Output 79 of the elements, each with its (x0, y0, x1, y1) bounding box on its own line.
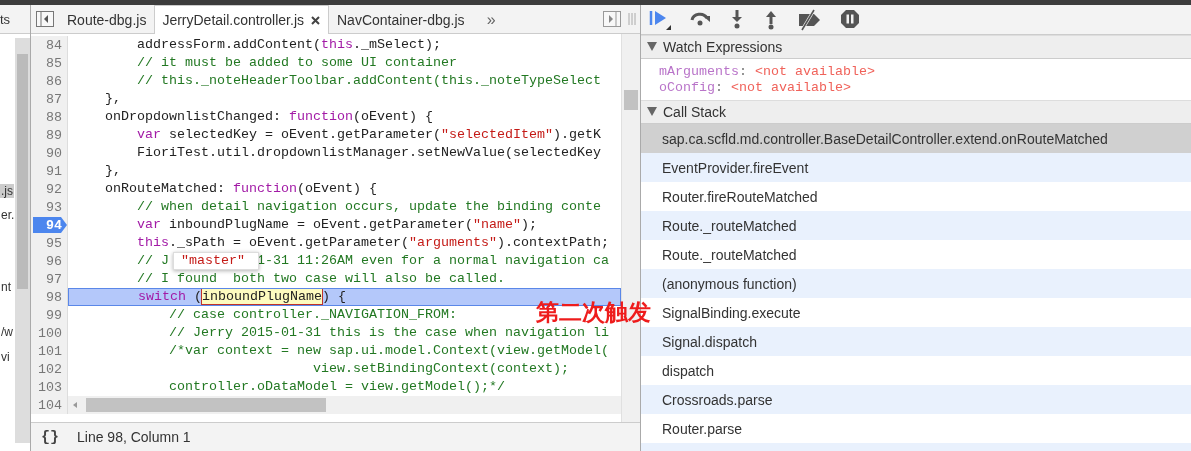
call-stack-frame[interactable]: Route._routeMatched (662, 217, 797, 234)
file-item[interactable]: .js (0, 184, 14, 198)
expanded-triangle-icon[interactable] (647, 42, 657, 52)
call-stack-frame[interactable]: Router.parse (662, 420, 743, 437)
line-number: 102 (38, 361, 63, 377)
code-line: // this._noteHeaderToolbar.addContent(this._noteTypeSelect (136, 72, 601, 90)
call-stack-frame[interactable]: Crossroads.parse (662, 391, 773, 408)
watch-expression: mArguments: <not available> (659, 64, 876, 80)
code-line: onRouteMatched: function(oEvent) { (104, 180, 377, 198)
annotation-text: 第二次触发 (536, 300, 651, 324)
code-line: // case controller._NAVIGATION_FROM: (167, 306, 457, 324)
code-line: onDropdownlistChanged: function(oEvent) { (104, 108, 433, 126)
code-line: }, (104, 162, 121, 180)
scrollbar[interactable] (15, 38, 30, 443)
line-number: 96 (46, 253, 63, 269)
call-stack-frame[interactable]: SignalBinding.execute (662, 304, 801, 321)
close-icon[interactable] (310, 14, 321, 26)
breakpoint-marker[interactable]: 94 (33, 217, 67, 233)
resize-grip-icon[interactable] (628, 11, 636, 27)
file-tab[interactable]: Route-dbg.js (59, 5, 155, 33)
deactivate-breakpoints-icon[interactable] (797, 8, 821, 31)
line-number: 90 (46, 145, 63, 161)
code-line: var inboundPlugName = oEvent.getParameter("name"); (136, 216, 537, 234)
line-number: 103 (38, 379, 63, 395)
call-stack-frame[interactable]: EventProvider.fireEvent (662, 159, 809, 176)
code-line: this._sPath = oEvent.getParameter("arguments").contextPath; (136, 234, 609, 252)
line-number: 89 (46, 127, 63, 143)
line-number: 91 (46, 163, 63, 179)
line-number: 95 (46, 235, 63, 251)
code-line: // Jerry 2015-01-31 this is the case when navigation li (167, 324, 609, 342)
sidebar-toggle-icon[interactable] (35, 10, 55, 28)
more-tabs-button[interactable]: » (472, 6, 506, 33)
call-stack-frame[interactable]: dispatch (662, 362, 715, 379)
line-number: 104 (38, 397, 63, 413)
horizontal-scrollbar[interactable] (68, 396, 621, 414)
expanded-triangle-icon[interactable] (647, 107, 657, 117)
pretty-print-button[interactable]: {} (39, 428, 61, 446)
line-number: 98 (46, 289, 63, 305)
debugger-toggle-icon[interactable] (602, 10, 622, 28)
code-line: FioriTest.util.dropdownlistManager.setNewValue(selectedKey (136, 144, 601, 162)
line-number: 86 (46, 73, 63, 89)
call-stack-frame[interactable]: Router.fireRouteMatched (662, 188, 818, 205)
call-stack-frame[interactable]: Route._routeMatched (662, 246, 797, 263)
file-item[interactable]: /w (0, 325, 14, 339)
code-line: addressForm.addContent(this._mSelect); (136, 36, 441, 54)
file-item[interactable]: vi (0, 350, 11, 364)
section-header[interactable]: Call Stack (641, 100, 1191, 124)
pause-icon[interactable] (839, 8, 861, 31)
line-number: 85 (46, 55, 63, 71)
line-number: 97 (46, 271, 63, 287)
file-tab[interactable]: JerryDetail.controller.js (154, 5, 329, 34)
cursor-position: Line 98, Column 1 (77, 429, 191, 445)
code-line: var selectedKey = oEvent.getParameter("selectedItem").getK (136, 126, 601, 144)
file-item[interactable]: nt (0, 280, 12, 294)
file-tab[interactable]: NavContainer-dbg.js (329, 5, 473, 33)
code-line: // I found both two case will also be called. (136, 270, 505, 288)
code-fragment: 1-31 11:26AM even for a normal navigation ca (256, 252, 609, 270)
value-tooltip: "master" (173, 252, 259, 270)
code-line: // it must be added to some UI container (136, 54, 457, 72)
line-number: 100 (38, 325, 63, 341)
line-number: 99 (46, 307, 63, 323)
code-line: }, (104, 90, 121, 108)
code-fragment: // J (136, 252, 169, 270)
code-line: // when detail navigation occurs, update the binding conte (136, 198, 601, 216)
code-line: /*var context = new sap.ui.model.Context(view.getModel( (167, 342, 609, 360)
line-number: 88 (46, 109, 63, 125)
call-stack-frame[interactable]: (anonymous function) (662, 275, 797, 292)
watch-expression: oConfig: <not available> (659, 80, 852, 96)
resume-icon[interactable] (649, 8, 671, 31)
line-number: 92 (46, 181, 63, 197)
line-number: 93 (46, 199, 63, 215)
section-header[interactable]: Watch Expressions (641, 35, 1191, 59)
line-number: 101 (38, 343, 63, 359)
call-stack-frame[interactable]: Signal.dispatch (662, 333, 757, 350)
code-line: view.setBindingContext(context); (311, 360, 569, 378)
code-line: controller.oDataModel = view.getModel();*/ (167, 378, 505, 396)
file-item[interactable]: er. (0, 208, 15, 222)
line-number: 84 (46, 37, 63, 53)
line-number: 87 (46, 91, 63, 107)
